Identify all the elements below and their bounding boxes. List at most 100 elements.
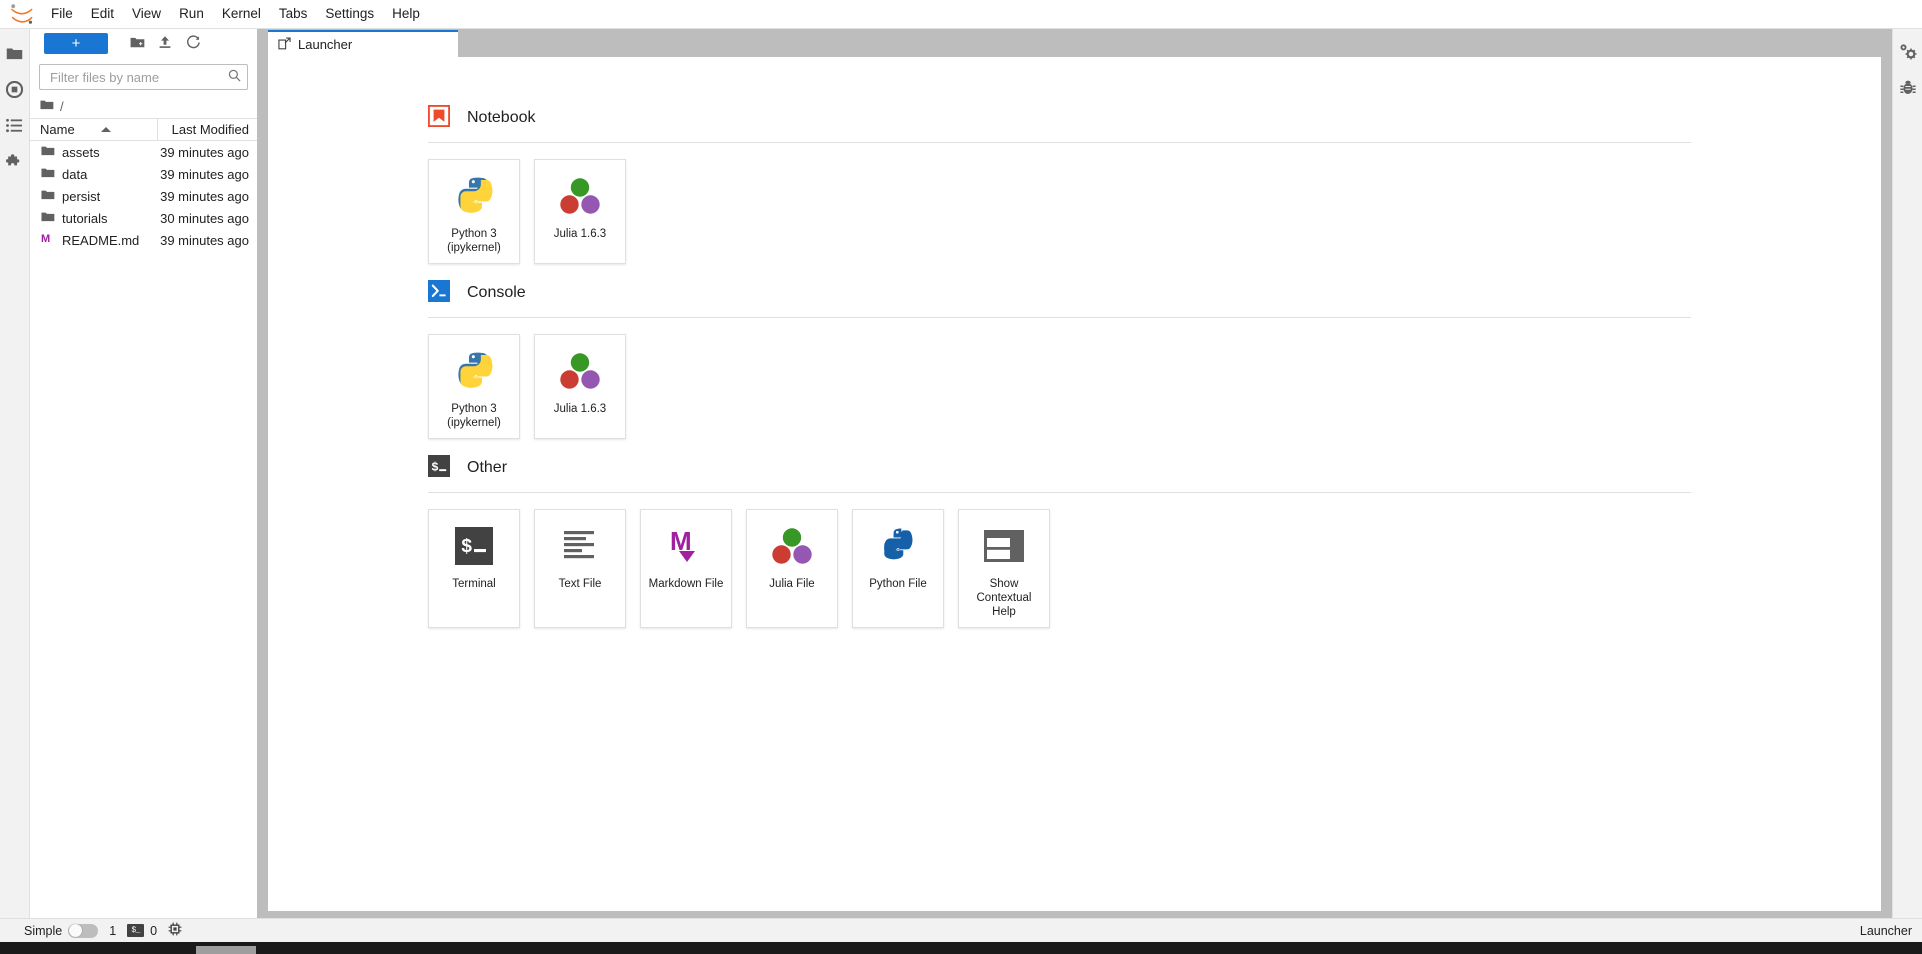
file-list: assets 39 minutes ago data 39 minutes ag… [30,141,257,918]
new-folder-icon [130,36,145,52]
launcher-section-title: Console [467,283,526,301]
search-icon [228,69,241,85]
other-terminal-icon: $ [428,455,450,480]
launcher-card-row: Python 3 (ipykernel) Julia 1.6.3 [268,318,1881,449]
file-modified-cell: 39 minutes ago [160,188,249,204]
file-name-label: README.md [62,232,140,248]
python-flat-icon [877,522,919,570]
simple-mode-toggle[interactable]: Simple [24,923,99,938]
launcher-section-title: Other [467,458,508,476]
tab-launcher[interactable]: Launcher [268,30,458,57]
terminal-sessions-status[interactable]: $_ 0 [127,924,157,938]
python-icon [452,172,496,220]
terminal-icon: $ [455,522,493,570]
resource-usage-status[interactable] [168,922,182,939]
debugger-bug-icon [1899,80,1917,99]
menu-run[interactable]: Run [170,2,213,26]
notebook-bookmark-icon [427,104,451,130]
console-terminal-icon [428,280,450,305]
sidebar-item-commands[interactable] [0,107,30,143]
file-name-cell: persist [30,189,158,204]
launcher-card-label: Terminal [452,578,496,590]
breadcrumb[interactable]: / [30,94,257,118]
sidebar-item-file-browser[interactable] [0,35,30,71]
menu-help[interactable]: Help [383,2,429,26]
menu-edit[interactable]: Edit [82,2,123,26]
new-folder-button[interactable] [124,32,150,56]
simple-mode-label: Simple [24,923,63,938]
launcher-section-header: Console [268,280,1881,305]
refresh-button[interactable] [180,32,206,56]
launcher-card-contextual-help[interactable]: Show Contextual Help [958,509,1050,628]
search-input[interactable] [48,68,228,86]
terminal-badge-icon: $_ [127,924,145,937]
sidebar-item-extensions[interactable] [0,143,30,179]
column-header-name[interactable]: Name [30,119,158,140]
menu-file[interactable]: File [42,2,82,26]
file-modified-cell: 30 minutes ago [160,210,249,226]
launcher-card-notebook-python3[interactable]: Python 3 (ipykernel) [428,159,520,264]
file-list-item[interactable]: persist 39 minutes ago [30,185,257,207]
launcher-card-label: Show Contextual Help [976,578,1032,618]
launcher-card-notebook-julia[interactable]: Julia 1.6.3 [534,159,626,264]
file-list-item[interactable]: tutorials 30 minutes ago [30,207,257,229]
sidebar-item-debugger[interactable] [1893,71,1922,107]
folder-icon [41,167,55,182]
svg-text:$: $ [431,461,438,475]
file-list-item[interactable]: M README.md 39 minutes ago [30,229,257,251]
menu-tabs[interactable]: Tabs [270,2,317,26]
launcher-panel: Notebook Python 3 (ipykernel) Julia 1.6.… [268,57,1881,638]
new-launcher-button[interactable]: + [44,33,108,54]
window-bottom-strip [0,942,1922,954]
tab-label: Launcher [298,37,353,52]
menu-bar: File Edit View Run Kernel Tabs Settings … [0,0,1922,29]
launcher-card-terminal[interactable]: $ Terminal [428,509,520,628]
launcher-card-label: Python File [869,578,927,590]
menu-view[interactable]: View [123,2,170,26]
text-file-icon [561,522,599,570]
file-name-cell: assets [30,145,158,160]
svg-text:M: M [41,233,50,245]
file-list-item[interactable]: assets 39 minutes ago [30,141,257,163]
menu-kernel[interactable]: Kernel [213,2,270,26]
column-header-name-label: Name [40,121,75,137]
launcher-card-label: Text File [558,578,602,590]
julia-icon [770,522,814,570]
terminal-count: 0 [150,923,158,938]
sidebar-item-property-inspector[interactable] [1893,35,1922,71]
column-header-last-modified[interactable]: Last Modified [158,119,257,140]
file-name-cell: data [30,167,158,182]
launcher-card-python-file[interactable]: Python File [852,509,944,628]
file-list-item[interactable]: data 39 minutes ago [30,163,257,185]
current-view-status[interactable]: Launcher [1860,924,1912,938]
launcher-card-label: Python 3 (ipykernel) [447,228,501,254]
file-modified-cell: 39 minutes ago [160,144,249,160]
sidebar-item-running[interactable] [0,71,30,107]
launcher-card-console-julia[interactable]: Julia 1.6.3 [534,334,626,439]
launcher-card-console-python3[interactable]: Python 3 (ipykernel) [428,334,520,439]
upload-button[interactable] [152,32,178,56]
launcher-card-row: $ Terminal Text File M Markdown File Jul… [268,493,1881,638]
markdown-icon: M [666,522,706,570]
refresh-icon [186,34,201,53]
folder-icon [40,99,54,114]
upload-icon [158,35,172,52]
sort-ascending-icon [100,127,111,132]
toggle-switch[interactable] [68,923,99,938]
horizontal-scrollbar[interactable] [196,946,256,954]
menu-settings[interactable]: Settings [316,2,383,26]
main-body: + Filter files by name / Name Last Modif… [0,29,1922,954]
launcher-card-text-file[interactable]: Text File [534,509,626,628]
file-modified-cell: 39 minutes ago [160,232,249,248]
file-browser-panel: + Filter files by name / Name Last Modif… [30,29,258,954]
launcher-section-other: $ Other $ Terminal Text File M Markdown … [268,455,1881,638]
kernel-sessions-status[interactable]: 1 [109,924,116,938]
launcher-card-julia-file[interactable]: Julia File [746,509,838,628]
file-name-label: persist [62,188,101,204]
launcher-card-label: Julia 1.6.3 [553,403,607,415]
filter-files-field[interactable] [39,64,248,90]
status-bar: Simple 1 $_ 0 Launcher [0,918,1922,942]
contextual-help-icon [984,522,1024,570]
launcher-card-markdown-file[interactable]: M Markdown File [640,509,732,628]
jupyter-logo-icon [8,3,36,25]
